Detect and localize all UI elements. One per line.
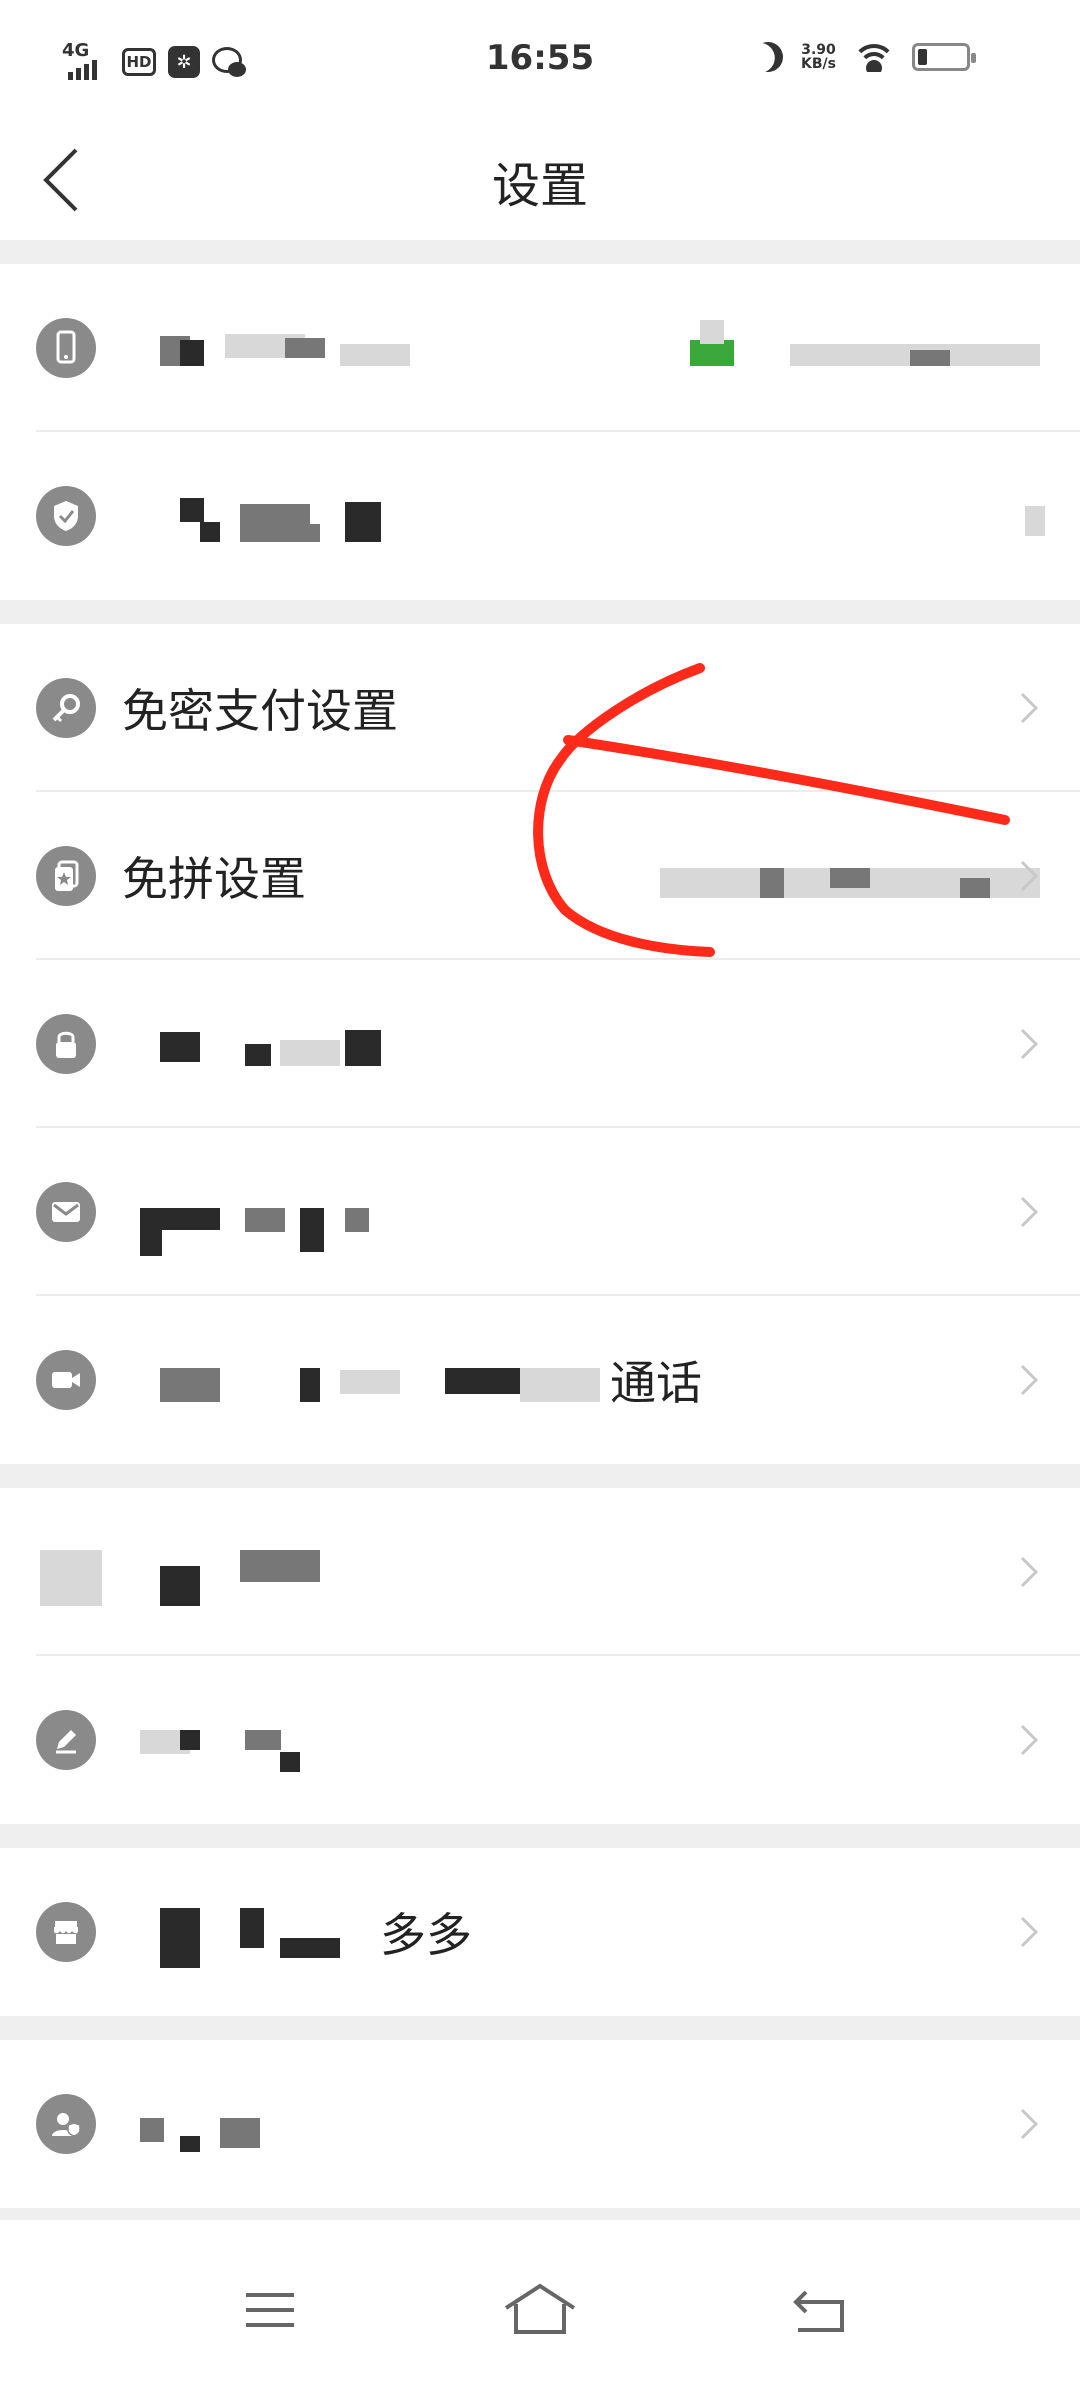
chevron-right-icon	[1020, 1916, 1039, 1948]
chevron-right-icon	[1020, 1556, 1039, 1588]
chevron-right-icon	[1020, 1724, 1039, 1756]
star-card-icon	[36, 846, 96, 906]
phone-icon	[36, 318, 96, 378]
system-nav-bar	[0, 2220, 1080, 2400]
settings-row-shop[interactable]: 多多	[0, 1848, 1080, 2016]
wifi-icon	[854, 42, 894, 72]
settings-row-lock[interactable]	[0, 960, 1080, 1128]
home-button[interactable]	[500, 2270, 580, 2350]
section-gap	[0, 2208, 1080, 2220]
speed-unit: KB/s	[801, 56, 836, 72]
settings-row-message[interactable]	[0, 1128, 1080, 1296]
settings-row-account-security[interactable]	[0, 432, 1080, 600]
battery-fill	[918, 49, 927, 65]
row-label: 免密支付设置	[122, 684, 398, 738]
shield-check-icon	[36, 486, 96, 546]
speed-value: 3.90	[801, 42, 836, 58]
settings-row-free-group[interactable]: 免拼设置	[0, 792, 1080, 960]
nav-header: 设置	[0, 120, 1080, 240]
status-right: 3.90 KB/s	[753, 42, 976, 72]
key-icon	[36, 678, 96, 738]
pencil-icon	[36, 1710, 96, 1770]
row-label: 免拼设置	[122, 852, 306, 906]
do-not-disturb-icon	[749, 38, 787, 76]
page-title: 设置	[491, 158, 588, 214]
chevron-right-icon	[1020, 692, 1039, 724]
section-gap	[0, 1464, 1080, 1488]
battery-icon	[912, 43, 976, 71]
video-camera-icon	[36, 1350, 96, 1410]
status-bar: 4G HD ✲ 16:55 3.90 KB/s	[0, 0, 1080, 120]
section-gap	[0, 600, 1080, 624]
chevron-right-icon	[1020, 1364, 1039, 1396]
settings-row-blank[interactable]	[0, 1488, 1080, 1656]
return-icon	[793, 2290, 844, 2332]
settings-row-password-free-payment[interactable]: 免密支付设置	[0, 624, 1080, 792]
lock-icon	[36, 1014, 96, 1074]
video-call-label-tail: 通话	[610, 1356, 702, 1410]
section-gap	[0, 2016, 1080, 2040]
mail-icon	[36, 1182, 96, 1242]
settings-row-phone[interactable]	[0, 264, 1080, 432]
chevron-right-icon	[1020, 2108, 1039, 2140]
user-shield-icon	[36, 2094, 96, 2154]
chevron-right-icon	[1020, 860, 1039, 892]
settings-row-privacy[interactable]	[0, 2040, 1080, 2208]
shop-icon	[36, 1902, 96, 1962]
settings-row-edit[interactable]	[0, 1656, 1080, 1824]
chevron-right-icon	[1020, 1196, 1039, 1228]
menu-button[interactable]	[230, 2270, 310, 2350]
settings-row-video-call[interactable]: 通话	[0, 1296, 1080, 1464]
shop-label-tail: 多多	[380, 1908, 472, 1962]
menu-icon	[246, 2293, 294, 2327]
section-gap	[0, 240, 1080, 264]
network-speed: 3.90 KB/s	[801, 43, 836, 71]
chevron-right-icon	[1020, 1028, 1039, 1060]
system-back-button[interactable]	[780, 2270, 860, 2350]
section-gap	[0, 1824, 1080, 1848]
home-icon	[504, 2283, 576, 2334]
